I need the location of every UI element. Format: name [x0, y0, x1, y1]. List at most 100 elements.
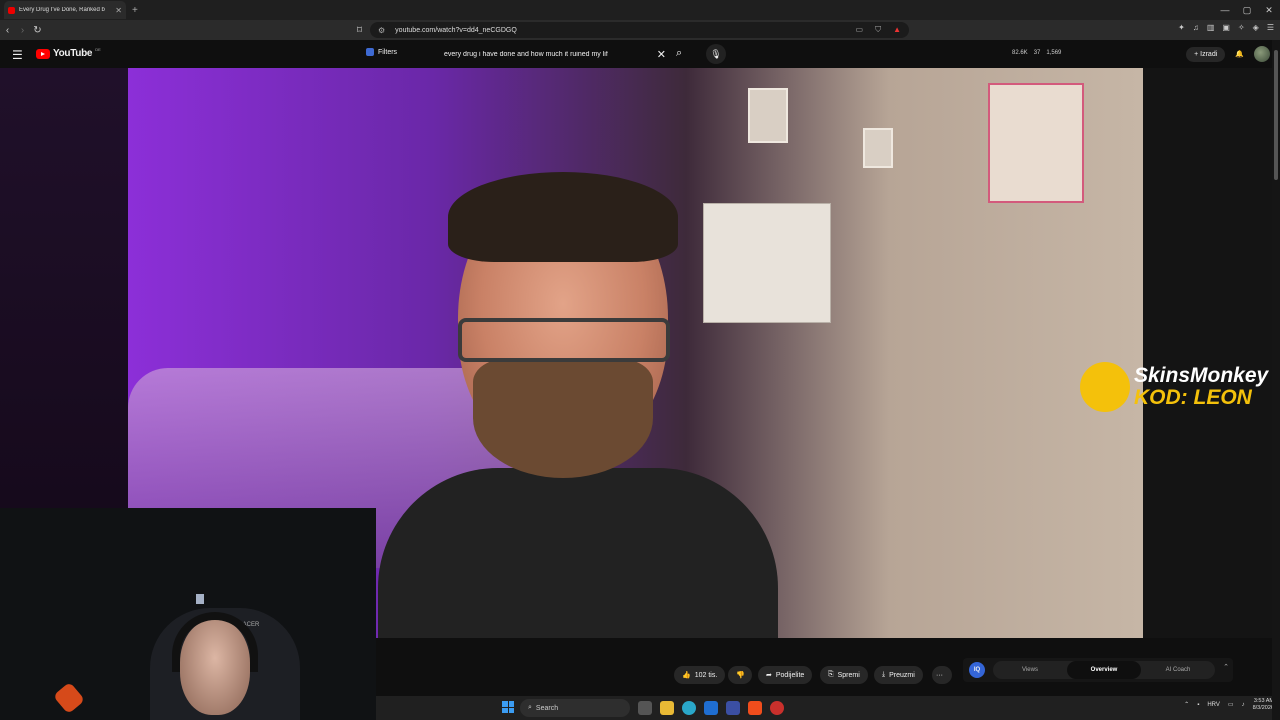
browser-tabstrip: Every Drug I've Done, Ranked b ✕ + — ▢ ✕ — [0, 0, 1280, 20]
forward-icon[interactable]: › — [15, 25, 30, 36]
share-button[interactable]: ➦ Podijelite — [758, 666, 813, 684]
close-window-button[interactable]: ✕ — [1258, 0, 1280, 20]
search-input[interactable]: every drug i have done and how much it r… — [444, 45, 666, 63]
dislike-button[interactable]: 👎 — [728, 666, 752, 684]
video-ambient-right — [1143, 68, 1280, 638]
extension-icon[interactable]: ✦ — [1178, 23, 1185, 32]
language-indicator[interactable]: HRV — [1207, 702, 1220, 708]
filters-icon — [366, 48, 374, 56]
extension-stats: 82.6K 37 1,569 — [1012, 50, 1061, 56]
taskbar-search-label: Search — [535, 704, 559, 712]
youtube-logo[interactable]: YouTube DE — [36, 47, 101, 59]
edge-icon[interactable] — [682, 701, 696, 715]
filters-button[interactable]: Filters — [366, 48, 397, 56]
taskbar-search[interactable]: ⌕ Search — [520, 699, 630, 717]
wallet-icon[interactable]: ▣ — [1222, 23, 1230, 32]
thumbs-down-icon: 👎 — [736, 672, 745, 679]
music-icon[interactable]: ♫ — [1193, 23, 1199, 32]
search-query: every drug i have done and how much it r… — [444, 50, 608, 58]
notifications-icon[interactable]: 🔔 — [1235, 50, 1244, 58]
network-icon[interactable]: ▭ — [1228, 701, 1234, 708]
download-icon: ⤓ — [882, 671, 886, 678]
save-icon: ⎘ — [828, 671, 834, 678]
tab-title: Every Drug I've Done, Ranked b — [19, 7, 105, 13]
like-button[interactable]: 👍 102 tis. — [674, 666, 726, 684]
hair — [448, 172, 678, 262]
wall-photo — [988, 83, 1084, 203]
beard — [473, 358, 653, 478]
brave-shield-icon[interactable]: ⛉ — [875, 25, 881, 35]
share-label: Podijelite — [775, 671, 805, 679]
windows-taskbar: ⌕ Search ⌃ ▪ HRV ▭ ♪ 3:53 AM 8/3/2026 — [376, 696, 1280, 720]
sponsor-code: KOD: LEON — [1134, 386, 1252, 409]
download-label: Preuzmi — [889, 671, 915, 679]
system-tray: ⌃ ▪ HRV ▭ ♪ 3:53 AM 8/3/2026 — [1184, 698, 1274, 711]
maximize-button[interactable]: ▢ — [1236, 0, 1258, 20]
save-button[interactable]: ⎘ Spremi — [820, 666, 868, 684]
leo-icon[interactable]: ✧ — [1238, 23, 1245, 32]
tray-chevron-icon[interactable]: ⌃ — [1184, 701, 1189, 708]
address-bar[interactable]: ⚙ youtube.com/watch?v=dd4_neCGDGQ ▭ ⛉ ▲ — [370, 22, 909, 38]
tray-app-icon[interactable]: ▪ — [1197, 702, 1199, 708]
site-info-icon[interactable]: ⚙ — [378, 26, 385, 35]
extensions-bar: ✦ ♫ ▥ ▣ ✧ ◈ ☰ — [1178, 23, 1274, 32]
new-tab-button[interactable]: + — [132, 5, 138, 16]
tab-ai-coach[interactable]: AI Coach — [1141, 661, 1215, 679]
taskbar-apps — [638, 701, 784, 715]
scrollbar-thumb[interactable] — [1274, 50, 1278, 180]
webcam-overlay: DXRACER — [0, 508, 376, 720]
brave-icon[interactable] — [748, 701, 762, 715]
tab-views[interactable]: Views — [993, 661, 1067, 679]
wall-photo — [748, 88, 788, 143]
sponsor-name: SkinsMonkey — [1134, 363, 1269, 387]
vidiq-badge[interactable]: IQ — [969, 662, 985, 678]
volume-icon[interactable]: ♪ — [1242, 702, 1245, 708]
avatar[interactable] — [1254, 46, 1270, 62]
browser-toolbar: ‹ › ↻ ⌑ ⚙ youtube.com/watch?v=dd4_neCGDG… — [0, 20, 1280, 40]
sponsor-overlay: SkinsMonkey KOD: LEON — [1080, 362, 1268, 412]
outlook-icon[interactable] — [704, 701, 718, 715]
filters-label: Filters — [378, 48, 398, 56]
clock[interactable]: 3:53 AM 8/3/2026 — [1253, 698, 1274, 711]
youtube-wordmark: YouTube — [53, 48, 93, 59]
page-scrollbar[interactable] — [1272, 40, 1280, 720]
hamburger-menu-icon[interactable]: ☰ — [12, 48, 23, 62]
voice-search-icon[interactable]: 🎙 — [706, 44, 726, 64]
tab-overview[interactable]: Overview — [1067, 661, 1141, 679]
menu-icon[interactable]: ☰ — [1267, 23, 1274, 32]
youtube-header: ☰ YouTube DE Filters every drug i have d… — [0, 40, 1280, 68]
windows-start-icon[interactable] — [502, 701, 514, 713]
task-view-icon[interactable] — [638, 701, 652, 715]
sidebar-icon[interactable]: ▥ — [1207, 23, 1215, 32]
search-icon[interactable]: ⌕ — [676, 47, 682, 60]
country-code: DE — [95, 47, 101, 52]
vidiq-tabs: Views Overview AI Coach — [993, 661, 1215, 679]
bookmark-icon[interactable]: ⌑ — [352, 25, 367, 36]
wall-sticker — [196, 594, 204, 604]
video-ambient-left — [0, 68, 128, 508]
search-icon: ⌕ — [528, 704, 532, 711]
reload-icon[interactable]: ↻ — [30, 25, 45, 36]
window-controls: — ▢ ✕ — [1214, 0, 1280, 20]
stat-comments: 37 — [1033, 50, 1041, 56]
cast-icon[interactable]: ▭ — [856, 25, 864, 35]
minimize-button[interactable]: — — [1214, 0, 1236, 20]
vpn-icon[interactable]: ◈ — [1253, 23, 1259, 32]
tab-close-icon[interactable]: ✕ — [115, 6, 122, 15]
url-text: youtube.com/watch?v=dd4_neCGDGQ — [395, 26, 517, 34]
clear-search-icon[interactable]: ✕ — [657, 48, 666, 61]
shirt — [378, 468, 778, 638]
collapse-icon[interactable]: ⌃ — [1223, 663, 1229, 671]
download-button[interactable]: ⤓ Preuzmi — [874, 666, 923, 684]
browser-tab-youtube[interactable]: Every Drug I've Done, Ranked b ✕ — [4, 1, 126, 19]
store-icon[interactable] — [726, 701, 740, 715]
brave-rewards-icon[interactable]: ▲ — [893, 25, 901, 35]
create-button[interactable]: + Izradi — [1186, 46, 1226, 62]
stat-likes: 1,569 — [1046, 50, 1062, 56]
discord-icon[interactable] — [770, 701, 784, 715]
video-actions: 👍 102 tis. 👎 ➦ Podijelite ⎘ Spremi ⤓ Pre… — [376, 638, 1280, 696]
more-actions-button[interactable]: ··· — [932, 666, 952, 684]
youtube-play-icon — [36, 48, 50, 59]
file-explorer-icon[interactable] — [660, 701, 674, 715]
back-icon[interactable]: ‹ — [0, 25, 15, 36]
